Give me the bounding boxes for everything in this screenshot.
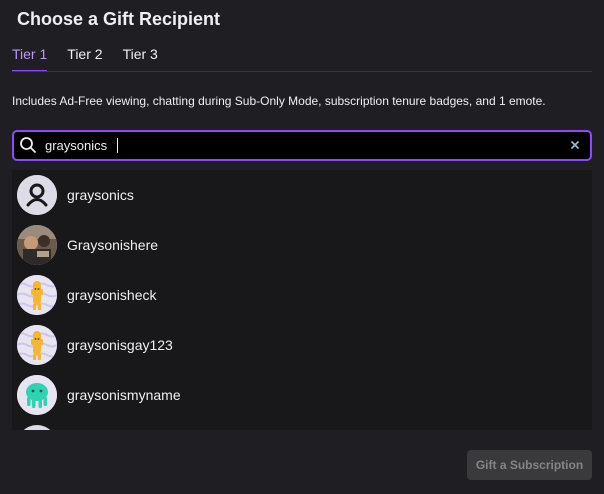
result-name: graysonismyname <box>67 387 181 403</box>
green-mascot-avatar <box>17 375 57 415</box>
result-name: graysonisgay123 <box>67 337 173 353</box>
recipient-search-box[interactable] <box>12 130 592 161</box>
text-caret <box>117 138 118 153</box>
yellow-mascot-avatar <box>17 275 57 315</box>
result-name: graysonics <box>67 187 134 203</box>
result-name: graysonisheck <box>67 287 157 303</box>
list-item[interactable]: Graysonishere <box>12 220 592 270</box>
tab-tier-1[interactable]: Tier 1 <box>12 46 48 72</box>
tab-tier-2[interactable]: Tier 2 <box>67 46 102 69</box>
tier-description: Includes Ad-Free viewing, chatting durin… <box>12 94 546 108</box>
gift-subscription-button[interactable]: Gift a Subscription <box>467 450 592 480</box>
list-item[interactable]: graysonisgay123 <box>12 320 592 370</box>
yellow-mascot-avatar <box>17 325 57 365</box>
avatar <box>17 425 57 430</box>
gift-recipient-dialog: Choose a Gift Recipient Tier 1 Tier 2 Ti… <box>0 0 604 494</box>
dialog-title: Choose a Gift Recipient <box>17 9 221 29</box>
list-item[interactable]: graysonics <box>12 170 592 220</box>
photo-avatar <box>17 225 57 265</box>
list-item[interactable] <box>12 420 592 430</box>
list-item[interactable]: graysonismyname <box>12 370 592 420</box>
tab-divider <box>12 71 592 72</box>
default-user-icon <box>17 175 57 215</box>
result-name: Graysonishere <box>67 237 159 253</box>
search-results-list[interactable]: graysonics Graysonishere graysonisheck g… <box>12 170 592 430</box>
close-icon[interactable] <box>568 138 582 152</box>
tier-tabs: Tier 1 Tier 2 Tier 3 <box>12 46 178 72</box>
tab-tier-3[interactable]: Tier 3 <box>123 46 158 69</box>
recipient-search-input[interactable] <box>45 132 545 159</box>
list-item[interactable]: graysonisheck <box>12 270 592 320</box>
search-icon <box>20 137 36 153</box>
